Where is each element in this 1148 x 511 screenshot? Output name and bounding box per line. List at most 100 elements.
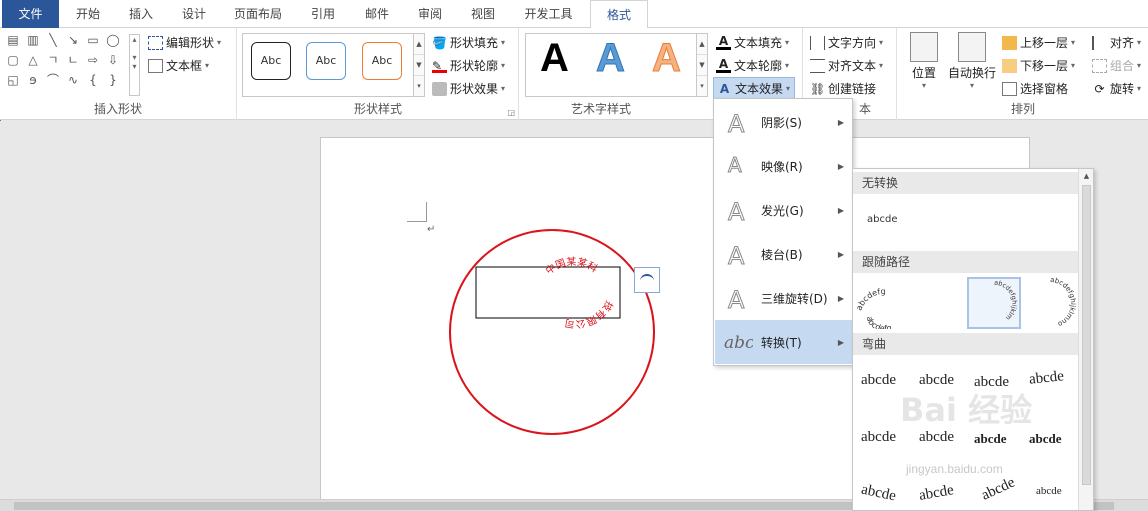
freeform-icon[interactable]: ∿ [66,74,80,86]
svg-text:A: A [728,153,742,177]
connector-icon[interactable]: ㄱ [46,54,60,66]
watermark-text: jingyan.baidu.com [906,462,1003,476]
line-shape-icon[interactable]: ╲ [46,34,60,46]
text-box-button[interactable]: 文本框 ▾ [148,57,209,74]
send-backward-button[interactable]: 下移一层 ▾ [1002,57,1075,74]
menu-item-shadow[interactable]: A 阴影(S) ▶ [715,100,852,144]
shape-style-blue[interactable]: Abc [306,42,346,80]
create-link-button[interactable]: ⛓ 创建链接 [810,80,876,97]
align-button[interactable]: 对齐 ▾ [1092,34,1141,51]
shape-style-black[interactable]: Abc [251,42,291,80]
tab-view[interactable]: 视图 [458,0,508,28]
shape-fill-button[interactable]: 🪣 形状填充 ▾ [432,34,505,51]
textbox-shape-icon[interactable]: ▤ [6,34,20,46]
rotate-button[interactable]: ⟳ 旋转 ▾ [1092,80,1141,97]
3d-rotation-icon: A [728,286,746,313]
tab-mailings[interactable]: 邮件 [352,0,402,28]
chevron-right-icon: ▶ [837,249,844,259]
group-label: 组合 [1110,59,1135,73]
dialog-launcher-icon[interactable]: ◲ [507,108,515,117]
tab-file[interactable]: 文件 [2,0,59,28]
tab-format[interactable]: 格式 [590,0,648,29]
text-direction-button[interactable]: 文字方向 ▾ [810,34,883,51]
wordart-style-blue[interactable]: A [596,36,626,81]
text-effects-button[interactable]: A 文本效果 ▾ [713,77,796,100]
rotate-icon: ⟳ [1094,81,1105,96]
tab-insert[interactable]: 插入 [116,0,166,28]
elbow-connector-icon[interactable]: ㄴ [66,54,80,66]
arrow-line-icon[interactable]: ↘ [66,34,80,46]
menu-item-glow[interactable]: A 发光(G) ▶ [715,188,852,232]
warp-circle[interactable]: abcde [919,429,954,446]
align-text-icon [810,58,825,73]
warp-plain[interactable]: abcde [861,372,896,389]
edit-shape-button[interactable]: 编辑形状 ▾ [148,34,221,51]
stamp-circle[interactable] [449,229,655,435]
rounded-rect-icon[interactable]: ▢ [6,54,20,66]
path-arch-up[interactable]: abcdefg abcdefg [857,277,911,329]
svg-text:abcdefghijklm: abcdefghijklm [994,278,1019,321]
path-button[interactable]: abcdefghijklmno [1023,277,1077,329]
position-button[interactable]: 位置 ▾ [906,32,942,90]
text-outline-button[interactable]: A 文本轮廓 ▾ [716,57,789,74]
warp-button[interactable]: abcde [974,431,1007,447]
menu-item-transform[interactable]: abc 转换(T) ▶ [715,320,852,364]
group-objects-icon [1092,58,1107,73]
menu-item-reflection[interactable]: A 映像(R) ▶ [715,144,852,188]
tab-page-layout[interactable]: 页面布局 [222,0,294,28]
shape-effects-icon [432,81,447,96]
rotate-label: 旋转 [1110,82,1135,96]
shape-effects-button[interactable]: 形状效果 ▾ [432,80,505,97]
shape-outline-button[interactable]: ✎ 形状轮廓 ▾ [432,57,505,74]
chevron-right-icon: ▶ [837,205,844,215]
menu-item-3d-rotation[interactable]: A 三维旋转(D) ▶ [715,276,852,320]
paint-bucket-icon: 🪣 [432,35,447,50]
flowchart-icon[interactable]: ◱ [6,74,20,86]
selection-pane-button[interactable]: 选择窗格 [1002,80,1068,97]
shape-gallery-scroll[interactable]: ▴ ▾ ▾ [129,34,140,96]
wordart-style-orange[interactable]: A [652,36,682,81]
wordart-gallery-scroll[interactable]: ▲ ▼ ▾ [696,33,708,97]
wordart-style-black[interactable]: A [540,36,569,81]
tab-design[interactable]: 设计 [169,0,219,28]
chevron-down-icon: ▾ [1071,38,1076,47]
tab-references[interactable]: 引用 [297,0,349,28]
scroll-up-icon[interactable]: ▲ [1082,172,1091,181]
warp-arch-down[interactable]: abcde [860,482,898,506]
right-brace-icon[interactable]: } [106,74,120,86]
triangle-shape-icon[interactable]: △ [26,54,40,66]
curve-shape-icon[interactable]: ɘ [26,74,40,86]
align-text-button[interactable]: 对齐文本 ▾ [810,57,883,74]
tab-review[interactable]: 审阅 [405,0,455,28]
down-arrow-shape-icon[interactable]: ⇩ [106,54,120,66]
warp-inflate[interactable]: abcde [1029,431,1062,447]
tab-developer[interactable]: 开发工具 [511,0,586,28]
rectangle-shape-icon[interactable]: ▭ [86,34,100,46]
menu-item-bevel[interactable]: A 棱台(B) ▶ [715,232,852,276]
path-circle[interactable]: abcdefghijklm [967,277,1021,329]
bevel-icon: A [728,242,746,269]
arc-shape-icon[interactable]: ⌒ [46,74,60,86]
warp-wave[interactable]: abcde [861,429,896,446]
shape-gallery[interactable]: ▤ ▥ ╲ ↘ ▭ ◯ ▢ △ ㄱ ㄴ ⇨ ⇩ ◱ ɘ ⌒ ∿ { } [6,34,128,96]
group-button[interactable]: 组合 ▾ [1092,57,1141,74]
vertical-textbox-icon[interactable]: ▥ [26,34,40,46]
warp-curve-down[interactable]: abcde [1036,485,1062,497]
bring-forward-button[interactable]: 上移一层 ▾ [1002,34,1075,51]
shape-style-scroll[interactable]: ▲ ▼ ▾ [413,33,425,97]
submenu-scrollbar[interactable]: ▲ [1078,169,1093,510]
shape-style-orange[interactable]: Abc [362,42,402,80]
layout-options-button[interactable] [634,267,660,293]
right-arrow-shape-icon[interactable]: ⇨ [86,54,100,66]
wrap-text-button[interactable]: 自动换行 ▾ [945,32,999,90]
oval-shape-icon[interactable]: ◯ [106,34,120,46]
text-fill-button[interactable]: A 文本填充 ▾ [716,34,789,51]
warp-curve-up[interactable]: abcde [979,474,1018,504]
warp-chevron-up[interactable]: abcde [1028,368,1065,389]
tab-home[interactable]: 开始 [62,0,114,28]
scrollbar-thumb[interactable] [1082,185,1091,485]
warp-arch-up[interactable]: abcde [918,482,955,505]
no-transform-option[interactable]: abcde [867,214,897,225]
svg-text:A: A [728,242,745,268]
left-brace-icon[interactable]: { [86,74,100,86]
